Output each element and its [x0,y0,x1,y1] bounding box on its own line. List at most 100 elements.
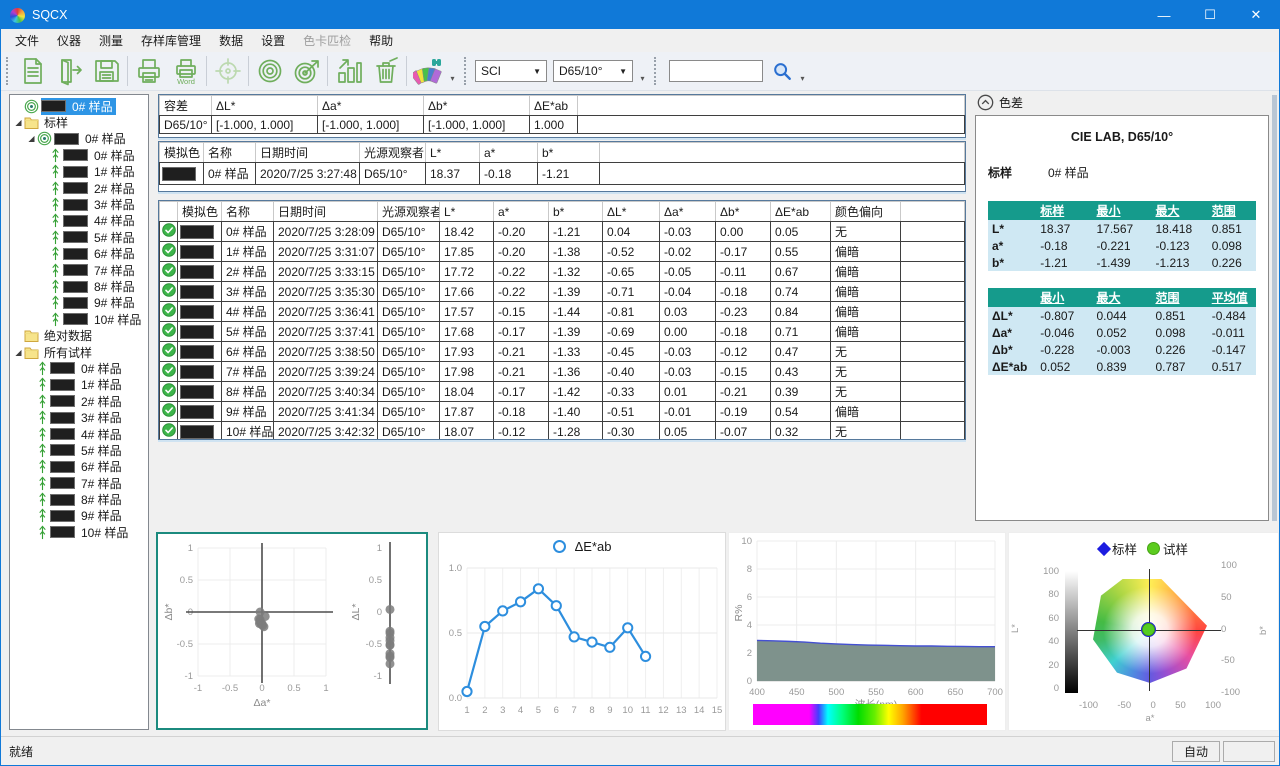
menu-item-帮助[interactable]: 帮助 [360,29,402,52]
toolbar-overflow-icon[interactable]: ▾ [796,56,809,86]
tree-item[interactable]: 3# 样品 [10,409,148,425]
panel-scrollbar[interactable] [1272,95,1277,521]
column-header[interactable]: Δb* [716,202,771,222]
new-document-button[interactable] [14,54,51,89]
column-header[interactable]: 名称 [222,202,274,222]
tree-item[interactable]: ◢0# 样品 [10,131,148,147]
sample-row[interactable]: 1# 样品2020/7/25 3:31:07D65/10°17.85-0.20-… [160,242,965,262]
sample-icon [50,181,61,196]
toolbar-grip[interactable] [6,57,10,85]
menu-item-文件[interactable]: 文件 [6,29,48,52]
print-button[interactable] [130,54,167,89]
sample-row[interactable]: 6# 样品2020/7/25 3:38:50D65/10°17.93-0.21-… [160,342,965,362]
column-header[interactable]: 模拟色 [178,202,222,222]
menu-item-存样库管理[interactable]: 存样库管理 [132,29,210,52]
tree-item[interactable]: 3# 样品 [10,196,148,212]
delete-button[interactable] [367,54,404,89]
maximize-button[interactable]: ☐ [1187,1,1233,29]
collapse-chevron-icon[interactable] [977,94,994,111]
sample-row[interactable]: 5# 样品2020/7/25 3:37:41D65/10°17.68-0.17-… [160,322,965,342]
tree-item[interactable]: 1# 样品 [10,164,148,180]
tree-item[interactable]: 0# 样品 [10,147,148,163]
tree-item[interactable]: 10# 样品 [10,524,148,540]
search-icon[interactable] [768,54,796,89]
delta-ab-scatter-chart[interactable]: -1-1-0.5-0.5000.50.511Δb*Δa*-1-0.500.51Δ… [156,532,428,730]
toolbar-overflow-icon[interactable]: ▾ [636,56,649,86]
toolbar-overflow-icon[interactable]: ▾ [446,56,459,86]
tree-item[interactable]: 7# 样品 [10,262,148,278]
tree-item[interactable]: 7# 样品 [10,475,148,491]
toolbar-grip[interactable] [654,57,658,85]
column-header[interactable]: ΔL* [603,202,660,222]
menu-item-色卡匹检[interactable]: 色卡匹检 [294,29,360,52]
svg-text:0.5: 0.5 [449,628,462,639]
color-card-match-button[interactable] [409,54,446,89]
tree-item[interactable]: 6# 样品 [10,459,148,475]
column-header[interactable]: b* [549,202,603,222]
column-header[interactable]: 颜色偏向 [831,202,901,222]
minimize-button[interactable]: — [1141,1,1187,29]
sample-row[interactable]: 9# 样品2020/7/25 3:41:34D65/10°17.87-0.18-… [160,402,965,422]
column-header[interactable]: Δa* [660,202,716,222]
save-button[interactable] [88,54,125,89]
tree-item[interactable]: 4# 样品 [10,213,148,229]
column-header[interactable]: 光源观察者 [378,202,440,222]
sample-row[interactable]: 0# 样品2020/7/25 3:28:09D65/10°18.42-0.20-… [160,222,965,242]
column-header[interactable]: L* [440,202,494,222]
lab-color-space-chart[interactable]: 标样试样 100806040200 L* 100500-50-100 b* -1… [1008,532,1279,731]
tree-item[interactable]: 9# 样品 [10,508,148,524]
tree-item[interactable]: ◢所有试样 [10,344,148,360]
tree-item[interactable]: 1# 样品 [10,377,148,393]
tree-item[interactable]: 10# 样品 [10,311,148,327]
measure-standard-button[interactable] [251,54,288,89]
tree-item[interactable]: 0# 样品 [10,360,148,376]
statistics-button[interactable] [330,54,367,89]
search-input[interactable] [669,60,763,82]
tree-item[interactable]: 4# 样品 [10,426,148,442]
tree-item[interactable]: 2# 样品 [10,393,148,409]
sample-row[interactable]: 7# 样品2020/7/25 3:39:24D65/10°17.98-0.21-… [160,362,965,382]
illuminant-observer-select[interactable]: D65/10°▼ [553,60,633,82]
column-header[interactable]: a* [494,202,549,222]
tree-item[interactable]: 绝对数据 [10,327,148,343]
tree-item[interactable]: 8# 样品 [10,491,148,507]
sample-row[interactable]: 10# 样品2020/7/25 3:42:32D65/10°18.07-0.12… [160,422,965,441]
sample-row[interactable]: 3# 样品2020/7/25 3:35:30D65/10°17.66-0.22-… [160,282,965,302]
column-header[interactable]: ΔE*ab [771,202,831,222]
calibrate-button[interactable] [209,54,246,89]
sample-row[interactable]: 4# 样品2020/7/25 3:36:41D65/10°17.57-0.15-… [160,302,965,322]
print-word-button[interactable]: Word [167,54,204,89]
tree-item[interactable]: 5# 样品 [10,229,148,245]
menu-item-数据[interactable]: 数据 [210,29,252,52]
standard-row[interactable]: 0# 样品2020/7/25 3:27:48D65/10°18.37-0.18-… [160,163,965,185]
tolerance-row[interactable]: D65/10°[-1.000, 1.000][-1.000, 1.000][-1… [160,116,965,134]
swatch-cell [178,382,222,402]
tree-item[interactable]: 0# 样品 [10,98,148,114]
expander-icon[interactable]: ◢ [26,134,37,143]
tree-item[interactable]: 2# 样品 [10,180,148,196]
column-header[interactable]: 日期时间 [274,202,378,222]
menu-item-仪器[interactable]: 仪器 [48,29,90,52]
expander-icon[interactable]: ◢ [13,118,24,127]
expander-icon[interactable]: ◢ [13,348,24,357]
cell: D65/10° [378,282,440,302]
column-header[interactable] [160,202,178,222]
measurement-mode-select[interactable]: SCI▼ [475,60,547,82]
tree-item[interactable]: 9# 样品 [10,295,148,311]
measure-sample-button[interactable] [288,54,325,89]
close-button[interactable]: ✕ [1233,1,1279,29]
auto-mode-button[interactable]: 自动 [1172,741,1220,762]
toolbar-grip[interactable] [464,57,468,85]
tree-item[interactable]: ◢标样 [10,114,148,130]
export-button[interactable] [51,54,88,89]
tree-item[interactable]: 5# 样品 [10,442,148,458]
lightness-gradient-bar [1065,571,1078,693]
sample-row[interactable]: 8# 样品2020/7/25 3:40:34D65/10°18.04-0.17-… [160,382,965,402]
sample-row[interactable]: 2# 样品2020/7/25 3:33:15D65/10°17.72-0.22-… [160,262,965,282]
tree-item[interactable]: 6# 样品 [10,246,148,262]
spectral-reflectance-chart[interactable]: 0246810400450500550600650700R%波长(nm) [728,532,1006,731]
menu-item-测量[interactable]: 测量 [90,29,132,52]
menu-item-设置[interactable]: 设置 [252,29,294,52]
delta-e-trend-chart[interactable]: ΔE*ab1234567891011121314150.00.51.0 [438,532,726,731]
tree-item[interactable]: 8# 样品 [10,278,148,294]
